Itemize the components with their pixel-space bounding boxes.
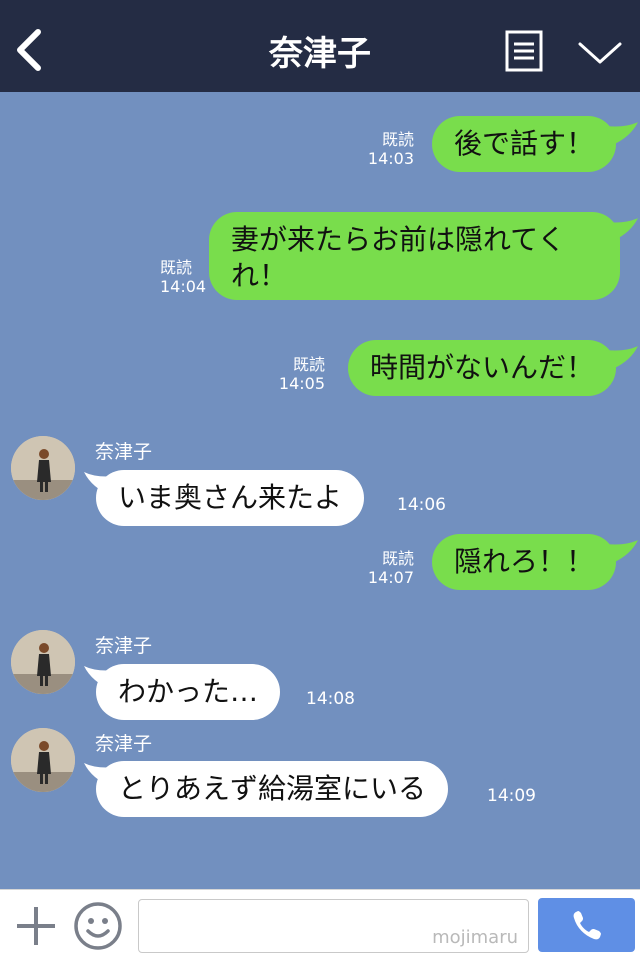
sender-name: 奈津子	[95, 635, 153, 657]
bubble-tail	[606, 218, 638, 242]
chat-title: 奈津子	[269, 34, 371, 74]
message-bubble-received[interactable]: とりあえず給湯室にいる	[96, 761, 449, 817]
plus-icon	[17, 907, 55, 945]
chat-area[interactable]: 既読 14:03 後で話す！ 既読 14:04 妻が来たらお前は隠れてく れ！ …	[0, 92, 640, 889]
message-text: 隠れろ！！	[453, 545, 594, 578]
message-time: 14:06	[397, 495, 446, 515]
input-bar: mojimaru	[0, 889, 640, 960]
avatar[interactable]	[11, 728, 75, 792]
call-button[interactable]	[538, 898, 635, 952]
read-status: 既読 14:03	[367, 130, 414, 168]
bubble-tail	[606, 540, 638, 564]
watermark: mojimaru	[432, 927, 518, 948]
bubble-tail	[606, 346, 638, 370]
message-text: 妻が来たらお前は隠れてく	[231, 223, 566, 256]
message-bubble-sent[interactable]: 時間がないんだ！	[347, 340, 616, 396]
phone-icon	[573, 911, 601, 940]
avatar-photo	[11, 728, 75, 792]
read-status: 既読 14:07	[367, 549, 414, 587]
message-bubble-sent[interactable]: 妻が来たらお前は隠れてく れ！	[209, 212, 620, 300]
message-bubble-sent[interactable]: 隠れろ！！	[431, 534, 616, 590]
smiley-icon	[74, 902, 122, 950]
message-bubble-received[interactable]: いま奥さん来たよ	[96, 470, 365, 526]
message-time: 14:08	[306, 689, 355, 709]
message-text: わかった…	[118, 675, 259, 708]
message-text: れ！	[231, 259, 288, 292]
add-button[interactable]	[14, 904, 58, 948]
chat-header: 奈津子	[0, 0, 640, 92]
read-status: 既読 14:05	[278, 355, 325, 393]
menu-button[interactable]	[505, 30, 543, 72]
sender-name: 奈津子	[95, 441, 153, 463]
avatar[interactable]	[11, 436, 75, 500]
list-menu-icon	[505, 30, 543, 72]
message-text: いま奥さん来たよ	[118, 481, 343, 514]
message-text: 後で話す！	[453, 127, 594, 160]
avatar-photo	[11, 630, 75, 694]
read-status: 既読 14:04	[160, 258, 207, 296]
message-time: 14:09	[487, 786, 536, 806]
avatar-photo	[11, 436, 75, 500]
collapse-button[interactable]	[576, 38, 624, 68]
avatar[interactable]	[11, 630, 75, 694]
sender-name: 奈津子	[95, 733, 153, 755]
chevron-down-icon	[578, 42, 622, 64]
message-text: 時間がないんだ！	[369, 351, 594, 384]
message-bubble-sent[interactable]: 後で話す！	[431, 116, 616, 172]
emoji-button[interactable]	[73, 901, 123, 951]
bubble-tail	[606, 122, 638, 146]
message-input[interactable]: mojimaru	[138, 899, 529, 953]
message-bubble-received[interactable]: わかった…	[96, 664, 281, 720]
message-text: とりあえず給湯室にいる	[118, 772, 427, 805]
bubble-tail	[84, 763, 116, 787]
bubble-tail	[84, 472, 116, 496]
bubble-tail	[84, 666, 116, 690]
